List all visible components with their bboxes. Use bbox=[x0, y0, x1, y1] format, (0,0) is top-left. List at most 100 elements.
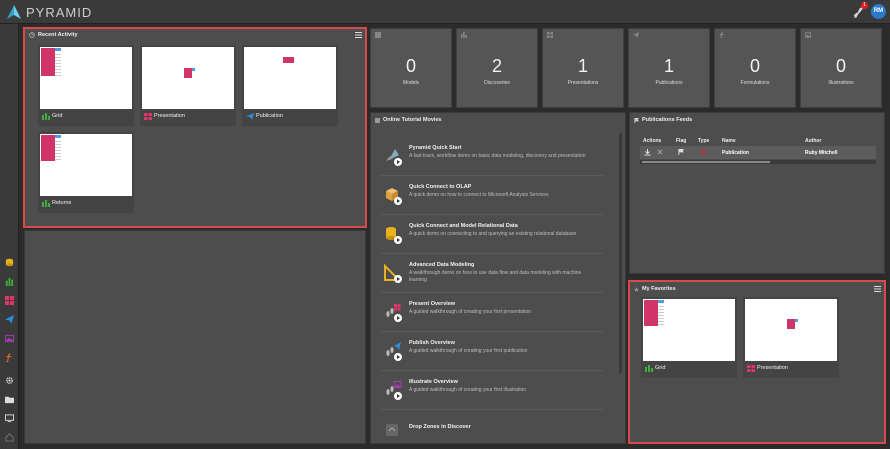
publications-feeds-panel: Publications Feeds Actions Flag Type Nam… bbox=[629, 112, 885, 274]
database-icon bbox=[5, 258, 14, 267]
my-favorites-panel: My Favorites Grid Presentation bbox=[628, 280, 886, 444]
recent-activity-title: Recent Activity bbox=[38, 32, 78, 38]
notifications-button[interactable]: 1 bbox=[851, 1, 868, 19]
stat-tile-presentations[interactable]: 1 Presentations bbox=[542, 28, 624, 108]
folder-icon bbox=[5, 396, 14, 404]
stat-tile-formulations[interactable]: 0 Formulations bbox=[714, 28, 796, 108]
my-favorites-header: My Favorites bbox=[634, 286, 676, 292]
hamburger-menu-icon[interactable] bbox=[355, 32, 362, 38]
image-icon bbox=[5, 334, 14, 343]
notification-badge: 1 bbox=[861, 1, 868, 9]
my-favorites-title: My Favorites bbox=[642, 286, 676, 292]
pyramid-logo-icon bbox=[7, 5, 21, 19]
pdf-icon bbox=[700, 149, 707, 155]
recent-activity-panel: Recent Activity Grid Presentation Public… bbox=[23, 27, 367, 228]
stat-label: Publications bbox=[655, 80, 683, 86]
tutorial-item[interactable]: Drop Zones in Discover bbox=[381, 411, 603, 443]
bar-chart-icon bbox=[461, 32, 467, 38]
film-icon bbox=[375, 117, 380, 123]
grid-thumbnail bbox=[40, 47, 132, 109]
card-label: Presentation bbox=[757, 365, 788, 371]
recent-item-presentation[interactable]: Presentation bbox=[140, 45, 236, 126]
rail-admin-button[interactable] bbox=[2, 411, 17, 426]
tutorial-item[interactable]: Quick Connect to OLAP A quick demo on ho… bbox=[381, 177, 603, 215]
recent-item-publication[interactable]: Publication bbox=[242, 45, 338, 126]
user-avatar[interactable]: RM bbox=[871, 4, 886, 19]
recent-item-returns[interactable]: Returns bbox=[38, 132, 134, 213]
cube-icon bbox=[386, 188, 402, 205]
download-icon[interactable] bbox=[644, 149, 651, 156]
paper-plane-icon bbox=[246, 113, 254, 120]
feed-name[interactable]: Publication bbox=[722, 150, 749, 156]
tutorial-item[interactable]: Quick Connect and Model Relational Data … bbox=[381, 216, 603, 254]
app-name: PYRAMID bbox=[26, 4, 93, 20]
tutorial-description: A walkthrough demo on how to use data fl… bbox=[409, 270, 582, 283]
col-header-flag[interactable]: Flag bbox=[676, 138, 686, 144]
tutorial-item[interactable]: Pyramid Quick Start A fast-track, workfl… bbox=[381, 138, 603, 176]
stat-value: 0 bbox=[749, 56, 760, 76]
card-label: Returns bbox=[52, 200, 72, 206]
card-label: Publication bbox=[256, 113, 283, 119]
paper-plane-icon bbox=[633, 32, 639, 38]
tutorials-title: Online Tutorial Movies bbox=[383, 117, 442, 123]
tutorial-item[interactable]: Illustrate Overview A guided walkthrough… bbox=[381, 372, 603, 410]
tutorials-scrollbar[interactable] bbox=[619, 133, 622, 373]
bar-chart-icon bbox=[42, 200, 50, 207]
rail-illustrate-button[interactable] bbox=[2, 331, 17, 346]
hamburger-menu-icon[interactable] bbox=[874, 286, 881, 292]
quick-start-icon bbox=[386, 149, 402, 166]
publications-feeds-title: Publications Feeds bbox=[642, 117, 693, 123]
rail-content-button[interactable] bbox=[2, 392, 17, 407]
col-header-actions[interactable]: Actions bbox=[643, 138, 661, 144]
col-header-author[interactable]: Author bbox=[805, 138, 821, 144]
tutorial-title: Quick Connect to OLAP bbox=[409, 184, 472, 190]
tutorial-item[interactable]: Publish Overview A guided walkthrough of… bbox=[381, 333, 603, 371]
rail-model-button[interactable] bbox=[2, 255, 17, 270]
tutorial-title: Advanced Data Modeling bbox=[409, 262, 475, 268]
card-label: Grid bbox=[655, 365, 666, 371]
image-icon bbox=[805, 32, 811, 38]
table-horizontal-scrollbar[interactable] bbox=[640, 160, 876, 164]
top-bar: PYRAMID 1 RM bbox=[0, 0, 890, 24]
stat-tile-models[interactable]: 0 Models bbox=[370, 28, 452, 108]
rail-settings-button[interactable] bbox=[2, 373, 17, 388]
presentation-thumbnail bbox=[142, 47, 234, 109]
col-header-type[interactable]: Type bbox=[698, 138, 709, 144]
rail-formulate-button[interactable] bbox=[2, 350, 17, 365]
flag-icon[interactable] bbox=[678, 149, 684, 155]
tutorial-description: A quick demo on connecting to and queryi… bbox=[409, 231, 577, 237]
tutorials-header: Online Tutorial Movies bbox=[375, 117, 442, 123]
publication-thumbnail bbox=[244, 47, 336, 109]
stat-value: 2 bbox=[491, 56, 502, 76]
tutorial-item[interactable]: Present Overview A guided walkthrough of… bbox=[381, 294, 603, 332]
dashboard-grid-icon bbox=[747, 365, 755, 372]
stat-label: Models bbox=[402, 80, 420, 86]
col-header-name[interactable]: Name bbox=[722, 138, 736, 144]
favorite-item-grid[interactable]: Grid bbox=[641, 297, 737, 378]
gear-icon bbox=[6, 377, 13, 384]
tutorial-description: A guided walkthrough of creating your fi… bbox=[409, 387, 527, 393]
stat-label: Discoveries bbox=[484, 80, 510, 86]
stat-tile-publications[interactable]: 1 Publications bbox=[628, 28, 710, 108]
table-row[interactable]: Publication Ruby Mitchell bbox=[640, 146, 876, 159]
tutorial-item[interactable]: Advanced Data Modeling A walkthrough dem… bbox=[381, 255, 603, 293]
app-logo[interactable]: PYRAMID bbox=[6, 4, 92, 20]
rail-discover-button[interactable] bbox=[2, 274, 17, 289]
publish-footsteps-icon bbox=[386, 342, 402, 361]
delete-icon[interactable] bbox=[657, 149, 663, 155]
stat-value: 1 bbox=[577, 56, 588, 76]
tutorial-title: Drop Zones in Discover bbox=[409, 424, 471, 430]
rail-publish-button[interactable] bbox=[2, 312, 17, 327]
tutorial-title: Present Overview bbox=[409, 301, 456, 307]
rail-present-button[interactable] bbox=[2, 293, 17, 308]
stat-tile-discoveries[interactable]: 2 Discoveries bbox=[456, 28, 538, 108]
recent-item-grid[interactable]: Grid bbox=[38, 45, 134, 126]
favorite-item-presentation[interactable]: Presentation bbox=[743, 297, 839, 378]
stat-value: 0 bbox=[405, 56, 416, 76]
rail-home-button[interactable] bbox=[2, 430, 17, 445]
tutorial-description: A quick demo on how to connect to Micros… bbox=[409, 192, 549, 198]
stat-tile-illustrations[interactable]: 0 Illustrations bbox=[800, 28, 882, 108]
function-icon bbox=[720, 32, 724, 38]
tutorial-description: A guided walkthrough of creating your fi… bbox=[409, 309, 532, 315]
present-footsteps-icon bbox=[386, 304, 402, 322]
